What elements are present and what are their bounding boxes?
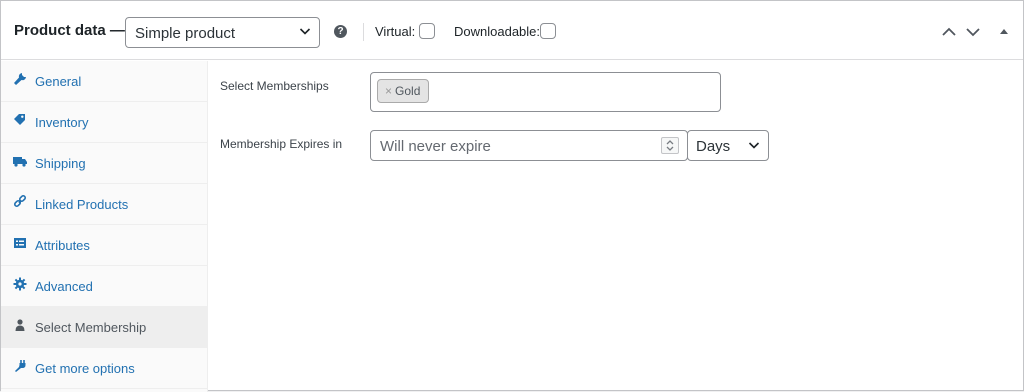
tab-linked-products[interactable]: Linked Products bbox=[1, 184, 207, 225]
link-icon bbox=[13, 195, 27, 208]
tag-icon bbox=[14, 114, 25, 125]
expires-number-input[interactable]: Will never expire bbox=[370, 130, 688, 161]
expires-placeholder: Will never expire bbox=[380, 138, 491, 155]
downloadable-checkbox[interactable] bbox=[540, 23, 556, 39]
membership-chip[interactable]: × Gold bbox=[377, 79, 430, 103]
panel-title: Product data — bbox=[14, 22, 125, 39]
spinner-arrows-icon bbox=[666, 140, 674, 151]
downloadable-label: Downloadable: bbox=[454, 24, 541, 39]
product-type-value: Simple product bbox=[135, 25, 236, 42]
move-down-icon[interactable] bbox=[965, 25, 981, 39]
truck-icon bbox=[13, 157, 27, 167]
product-data-header: Product data — Simple product ? Virtual:… bbox=[1, 1, 1023, 60]
tab-general-label: General bbox=[35, 73, 82, 89]
expires-unit-value: Days bbox=[696, 138, 731, 155]
select-memberships-label: Select Memberships bbox=[220, 79, 329, 93]
tab-shipping[interactable]: Shipping bbox=[1, 143, 207, 184]
gear-icon bbox=[13, 277, 27, 291]
tab-shipping-label: Shipping bbox=[35, 155, 86, 171]
tab-get-more-options[interactable]: Get more options bbox=[1, 348, 207, 389]
tab-attributes-label: Attributes bbox=[35, 237, 90, 253]
collapse-toggle-icon[interactable] bbox=[999, 25, 1009, 39]
chip-remove-icon[interactable]: × bbox=[385, 84, 392, 98]
expires-unit-select[interactable]: Days bbox=[687, 130, 769, 161]
membership-expires-label: Membership Expires in bbox=[220, 137, 343, 151]
tab-select-membership[interactable]: Select Membership bbox=[1, 307, 207, 348]
tab-advanced[interactable]: Advanced bbox=[1, 266, 207, 307]
tab-inventory-label: Inventory bbox=[35, 114, 89, 130]
move-up-icon[interactable] bbox=[941, 25, 957, 39]
tab-select-membership-label: Select Membership bbox=[35, 319, 147, 335]
chevron-down-icon bbox=[748, 142, 760, 149]
memberships-multiselect[interactable]: × Gold bbox=[370, 72, 721, 112]
person-icon bbox=[15, 319, 25, 331]
tab-linked-products-label: Linked Products bbox=[35, 196, 129, 212]
question-circle-icon[interactable]: ? bbox=[334, 25, 347, 38]
virtual-checkbox[interactable] bbox=[419, 23, 435, 39]
header-divider bbox=[363, 23, 364, 41]
chevron-down-icon bbox=[299, 28, 311, 35]
tab-get-more-options-label: Get more options bbox=[35, 360, 135, 376]
membership-chip-label: Gold bbox=[395, 84, 421, 98]
list-icon bbox=[14, 238, 26, 248]
virtual-label: Virtual: bbox=[375, 24, 416, 39]
tab-attributes[interactable]: Attributes bbox=[1, 225, 207, 266]
wrench-icon bbox=[14, 73, 26, 85]
tab-advanced-label: Advanced bbox=[35, 278, 93, 294]
product-data-panel: Product data — Simple product ? Virtual:… bbox=[0, 0, 1024, 392]
tab-general[interactable]: General bbox=[1, 61, 207, 102]
product-type-select[interactable]: Simple product bbox=[125, 17, 320, 48]
tab-inventory[interactable]: Inventory bbox=[1, 102, 207, 143]
number-spinner[interactable] bbox=[661, 137, 679, 154]
plugin-icon bbox=[15, 360, 26, 372]
product-data-tabs: General Inventory Shipping Linked Produc… bbox=[1, 61, 208, 392]
